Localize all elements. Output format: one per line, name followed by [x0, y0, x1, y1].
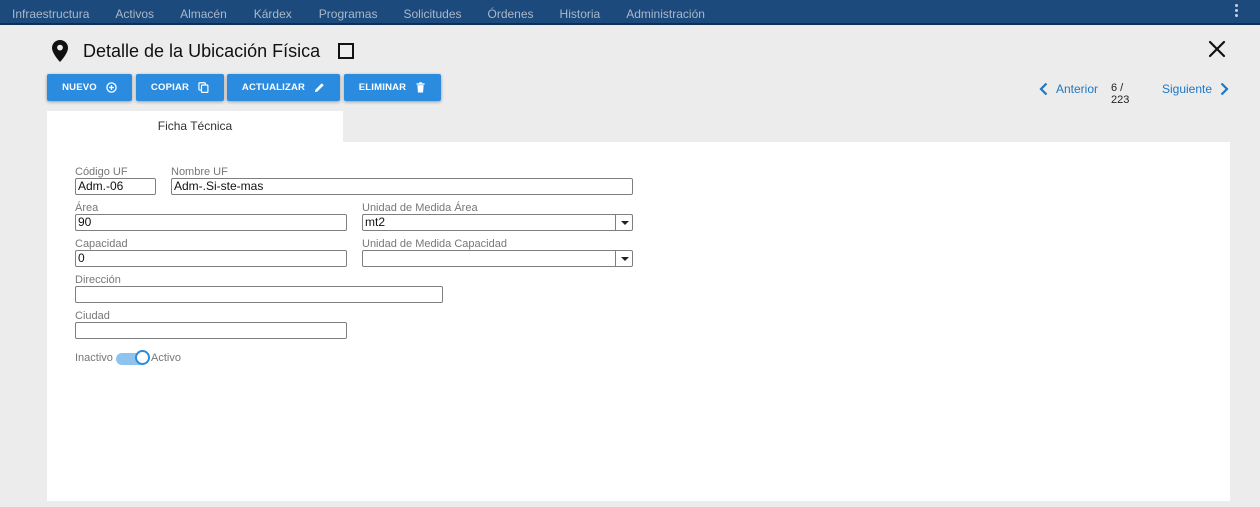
tab-ficha-tecnica[interactable]: Ficha Técnica	[47, 111, 343, 142]
copiar-button[interactable]: COPIAR	[136, 74, 224, 101]
nav-item-programas[interactable]: Programas	[319, 0, 378, 25]
nav-item-almacen[interactable]: Almacén	[180, 0, 227, 25]
capacidad-label: Capacidad	[75, 238, 128, 250]
unidad-medida-area-value: mt2	[365, 215, 386, 229]
close-icon[interactable]	[1208, 40, 1226, 58]
nuevo-button[interactable]: NUEVO	[47, 74, 132, 101]
nuevo-label: NUEVO	[62, 82, 97, 93]
eliminar-button[interactable]: ELIMINAR	[344, 74, 441, 101]
unidad-medida-capacidad-select[interactable]	[362, 250, 633, 267]
toggle-inactivo-label: Inactivo	[75, 352, 113, 364]
unidad-medida-area-label: Unidad de Medida Área	[362, 202, 478, 214]
capacidad-field[interactable]: 0	[75, 250, 347, 267]
form-panel: Código UF Adm.-06 Nombre UF Adm-.Si-ste-…	[47, 142, 1230, 501]
nav-item-historia[interactable]: Historia	[560, 0, 601, 25]
previous-link[interactable]: Anterior	[1056, 82, 1098, 96]
actualizar-button[interactable]: ACTUALIZAR	[227, 74, 340, 101]
toggle-activo-label: Activo	[151, 352, 181, 364]
page-title: Detalle de la Ubicación Física	[83, 40, 321, 61]
nav-item-infraestructura[interactable]: Infraestructura	[12, 0, 89, 25]
ciudad-label: Ciudad	[75, 310, 110, 322]
toggle-thumb[interactable]	[135, 350, 150, 365]
favorite-checkbox[interactable]	[338, 43, 355, 59]
nombre-uf-label: Nombre UF	[171, 166, 228, 178]
ciudad-field[interactable]	[75, 322, 347, 339]
codigo-uf-field[interactable]: Adm.-06	[75, 178, 156, 195]
nav-item-kardex[interactable]: Kárdex	[254, 0, 292, 25]
unidad-medida-area-select[interactable]: mt2	[362, 214, 633, 231]
copy-icon	[198, 82, 209, 93]
copiar-label: COPIAR	[150, 82, 190, 93]
eliminar-label: ELIMINAR	[358, 82, 407, 93]
nav-item-solicitudes[interactable]: Solicitudes	[403, 0, 461, 25]
record-count: 6 / 223	[1111, 82, 1130, 106]
top-nav-bar: Infraestructura Activos Almacén Kárdex P…	[0, 0, 1260, 25]
direccion-field[interactable]	[75, 286, 443, 303]
nombre-uf-field[interactable]: Adm-.Si-ste-mas	[171, 178, 633, 195]
direccion-label: Dirección	[75, 274, 121, 286]
nav-item-ordenes[interactable]: Órdenes	[488, 0, 534, 25]
page-header: Detalle de la Ubicación Física	[52, 38, 355, 64]
chevron-right-icon[interactable]	[1220, 82, 1229, 96]
add-circle-icon	[106, 82, 117, 93]
chevron-down-icon[interactable]	[615, 215, 632, 230]
top-menu: Infraestructura Activos Almacén Kárdex P…	[0, 0, 705, 25]
more-vert-icon[interactable]	[1234, 4, 1240, 20]
area-field[interactable]: 90	[75, 214, 347, 231]
chevron-left-icon[interactable]	[1039, 82, 1048, 96]
location-pin-icon	[52, 40, 68, 62]
nav-item-administracion[interactable]: Administración	[626, 0, 705, 25]
unidad-medida-capacidad-label: Unidad de Medida Capacidad	[362, 238, 507, 250]
codigo-uf-label: Código UF	[75, 166, 128, 178]
area-label: Área	[75, 202, 99, 214]
nav-item-activos[interactable]: Activos	[115, 0, 154, 25]
next-link[interactable]: Siguiente	[1162, 82, 1212, 96]
edit-pencil-icon	[315, 83, 324, 93]
actualizar-label: ACTUALIZAR	[241, 82, 306, 93]
chevron-down-icon[interactable]	[615, 251, 632, 266]
trash-icon	[416, 82, 425, 93]
